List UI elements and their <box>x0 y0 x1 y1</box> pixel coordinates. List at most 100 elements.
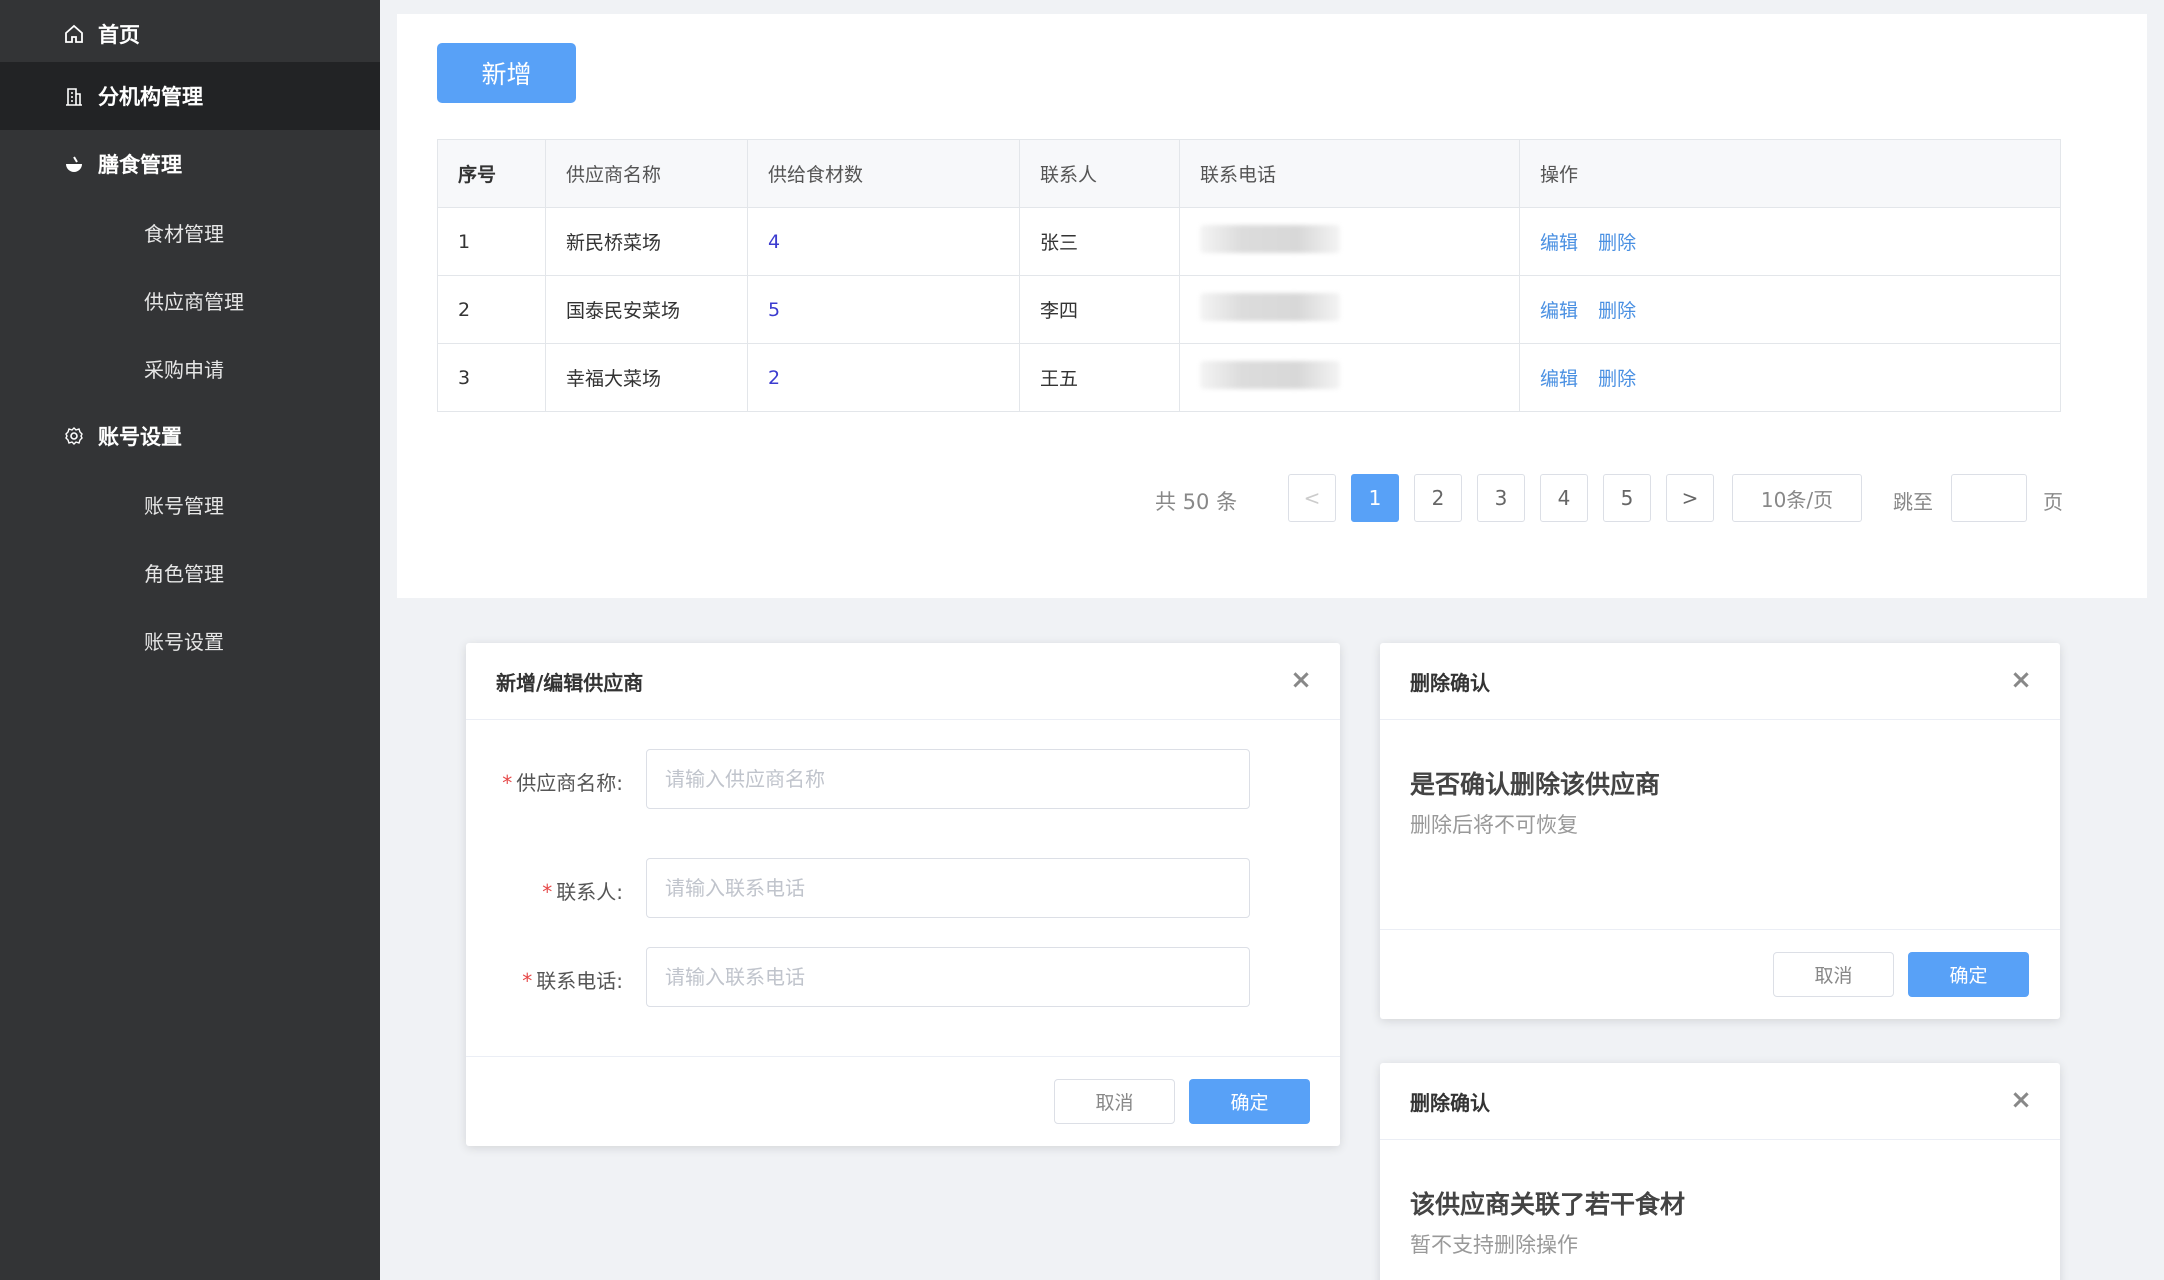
prev-page-button[interactable]: < <box>1288 474 1336 522</box>
cell-phone <box>1179 275 1520 344</box>
blurred-phone <box>1200 225 1340 253</box>
dialog-title: 新增/编辑供应商 <box>496 670 644 695</box>
phone-input[interactable] <box>646 947 1250 1007</box>
edit-link[interactable]: 编辑 <box>1540 368 1578 390</box>
add-supplier-button[interactable]: 新增 <box>437 43 576 103</box>
cell-count[interactable]: 4 <box>747 207 1020 276</box>
sidebar-item-branch-management[interactable]: 分机构管理 <box>0 62 380 130</box>
sidebar-item-ingredient-management[interactable]: 食材管理 <box>0 198 380 266</box>
field-label: * 联系电话: <box>522 969 623 993</box>
jump-page-input[interactable] <box>1951 474 2027 522</box>
delete-blocked-dialog: 删除确认 × 该供应商关联了若干食材 暂不支持删除操作 <box>1380 1063 2060 1280</box>
column-header-index: 序号 <box>437 139 546 208</box>
cancel-button[interactable]: 取消 <box>1773 952 1894 997</box>
edit-link[interactable]: 编辑 <box>1540 232 1578 254</box>
delete-link[interactable]: 删除 <box>1598 232 1636 254</box>
field-label: * 联系人: <box>542 880 623 904</box>
sidebar-item-home[interactable]: 首页 <box>0 0 380 68</box>
pagination-total: 共 50 条 <box>1155 490 1238 514</box>
dialog-footer: 取消 确定 <box>466 1056 1340 1146</box>
dialog-title: 删除确认 <box>1410 670 1490 695</box>
sidebar-item-meal-management[interactable]: 膳食管理 <box>0 130 380 198</box>
confirm-message: 是否确认删除该供应商 <box>1410 770 1661 799</box>
blurred-phone <box>1200 361 1340 389</box>
form-row-contact: * 联系人: <box>466 858 1340 918</box>
cell-actions: 编辑 删除 <box>1519 207 2061 276</box>
dialog-header: 删除确认 × <box>1380 643 2060 720</box>
sidebar-item-supplier-management[interactable]: 供应商管理 <box>0 266 380 334</box>
dialog-header: 新增/编辑供应商 × <box>466 643 1340 720</box>
column-header-actions: 操作 <box>1519 139 2061 208</box>
supplier-list-card: 新增 序号 供应商名称 供给食材数 联系人 联系电话 操作 1 新民桥菜场 4 … <box>397 14 2147 598</box>
sidebar-item-purchase-request[interactable]: 采购申请 <box>0 334 380 402</box>
contact-input[interactable] <box>646 858 1250 918</box>
table-header-row: 序号 供应商名称 供给食材数 联系人 联系电话 操作 <box>437 139 2061 208</box>
confirm-button[interactable]: 确定 <box>1189 1079 1310 1124</box>
cell-actions: 编辑 删除 <box>1519 275 2061 344</box>
sidebar-item-label: 供应商管理 <box>144 289 244 314</box>
delete-confirm-dialog: 删除确认 × 是否确认删除该供应商 删除后将不可恢复 取消 确定 <box>1380 643 2060 1019</box>
next-page-button[interactable]: > <box>1666 474 1714 522</box>
form-row-phone: * 联系电话: <box>466 947 1340 1007</box>
cell-name: 幸福大菜场 <box>545 343 748 412</box>
sidebar-item-role-management[interactable]: 角色管理 <box>0 538 380 606</box>
cell-count[interactable]: 5 <box>747 275 1020 344</box>
sidebar: 首页 分机构管理 膳食管理 食材管理 供应商管理 采购申请 账号设置 账号管理 … <box>0 0 380 1280</box>
sidebar-item-account-management[interactable]: 账号管理 <box>0 470 380 538</box>
delete-link[interactable]: 删除 <box>1598 300 1636 322</box>
page-suffix-label: 页 <box>2043 490 2063 514</box>
cell-index: 3 <box>437 343 546 412</box>
table-row: 1 新民桥菜场 4 张三 编辑 删除 <box>437 207 2061 276</box>
building-icon <box>62 84 86 108</box>
sidebar-item-label: 食材管理 <box>144 221 224 246</box>
pagination: 共 50 条 < 1 2 3 4 5 > 10条/页 跳至 页 <box>397 474 2147 524</box>
page-button-4[interactable]: 4 <box>1540 474 1588 522</box>
sidebar-item-label: 角色管理 <box>144 561 224 586</box>
column-header-count: 供给食材数 <box>747 139 1020 208</box>
cell-index: 2 <box>437 275 546 344</box>
dialog-footer: 取消 确定 <box>1380 929 2060 1019</box>
cell-contact: 李四 <box>1019 275 1180 344</box>
column-header-name: 供应商名称 <box>545 139 748 208</box>
supplier-name-input[interactable] <box>646 749 1250 809</box>
cell-index: 1 <box>437 207 546 276</box>
sidebar-item-label: 账号设置 <box>98 425 182 449</box>
sidebar-item-label: 采购申请 <box>144 357 224 382</box>
dialog-title: 删除确认 <box>1410 1090 1490 1115</box>
sidebar-item-label: 分机构管理 <box>98 85 203 109</box>
cell-count[interactable]: 2 <box>747 343 1020 412</box>
sidebar-item-label: 首页 <box>98 23 140 47</box>
sidebar-item-label: 膳食管理 <box>98 153 182 177</box>
cell-name: 新民桥菜场 <box>545 207 748 276</box>
page-size-select[interactable]: 10条/页 <box>1732 474 1862 522</box>
dialog-header: 删除确认 × <box>1380 1063 2060 1140</box>
edit-link[interactable]: 编辑 <box>1540 300 1578 322</box>
page-button-2[interactable]: 2 <box>1414 474 1462 522</box>
edit-supplier-dialog: 新增/编辑供应商 × *供应商名称: *联系人: *联系电话: 取消 确定 <box>466 643 1340 1146</box>
form-row-supplier-name: * 供应商名称: <box>466 749 1340 809</box>
confirm-submessage: 删除后将不可恢复 <box>1410 813 1578 837</box>
page-button-1[interactable]: 1 <box>1351 474 1399 522</box>
blocked-message: 该供应商关联了若干食材 <box>1410 1190 1686 1219</box>
sidebar-item-label: 账号管理 <box>144 493 224 518</box>
delete-link[interactable]: 删除 <box>1598 368 1636 390</box>
page-button-5[interactable]: 5 <box>1603 474 1651 522</box>
table-row: 3 幸福大菜场 2 王五 编辑 删除 <box>437 343 2061 412</box>
close-icon[interactable]: × <box>1290 667 1312 693</box>
sidebar-item-label: 账号设置 <box>144 629 224 654</box>
jump-label: 跳至 <box>1893 490 1933 514</box>
table-row: 2 国泰民安菜场 5 李四 编辑 删除 <box>437 275 2061 344</box>
cancel-button[interactable]: 取消 <box>1054 1079 1175 1124</box>
sidebar-item-account-settings[interactable]: 账号设置 <box>0 606 380 674</box>
blurred-phone <box>1200 293 1340 321</box>
field-label: * 供应商名称: <box>502 771 623 795</box>
cell-phone <box>1179 343 1520 412</box>
close-icon[interactable]: × <box>2010 1087 2032 1113</box>
page-button-3[interactable]: 3 <box>1477 474 1525 522</box>
close-icon[interactable]: × <box>2010 667 2032 693</box>
sidebar-item-account-settings-group[interactable]: 账号设置 <box>0 402 380 470</box>
confirm-button[interactable]: 确定 <box>1908 952 2029 997</box>
cell-name: 国泰民安菜场 <box>545 275 748 344</box>
supplier-table: 序号 供应商名称 供给食材数 联系人 联系电话 操作 1 新民桥菜场 4 张三 … <box>437 139 2061 412</box>
cell-actions: 编辑 删除 <box>1519 343 2061 412</box>
